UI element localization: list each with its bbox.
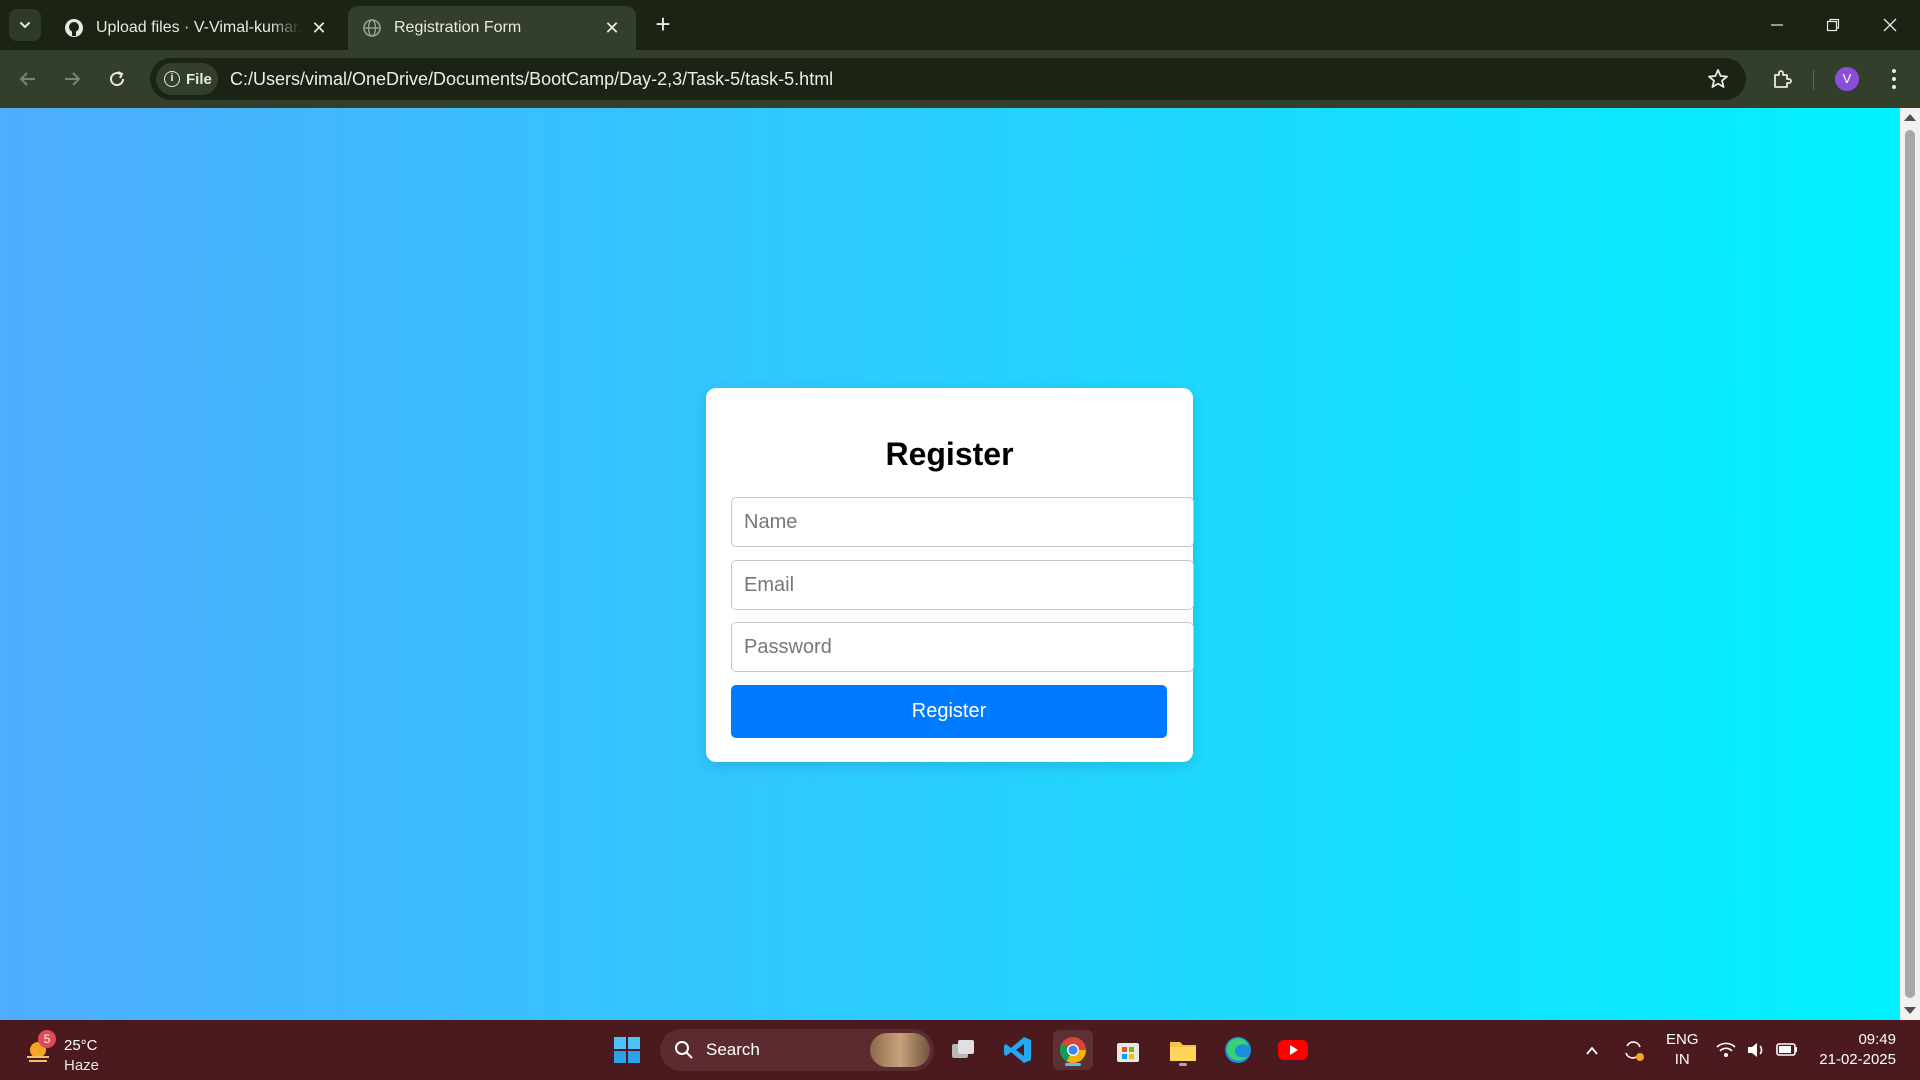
weather-condition: Haze	[64, 1057, 100, 1074]
vscode-app[interactable]	[998, 1030, 1038, 1070]
arrow-right-icon	[65, 72, 81, 86]
form-heading: Register	[885, 436, 1014, 472]
language-code: ENG	[1666, 1031, 1699, 1048]
close-icon[interactable]: ✕	[602, 18, 622, 38]
region-code: IN	[1674, 1051, 1690, 1068]
forward-button[interactable]	[56, 63, 88, 95]
youtube-app[interactable]	[1273, 1030, 1313, 1070]
search-highlight-image	[870, 1033, 930, 1067]
restore-icon	[1826, 18, 1840, 32]
page-viewport: Register Register	[0, 108, 1920, 1020]
active-app-indicator	[1065, 1063, 1081, 1066]
store-app[interactable]	[1108, 1030, 1148, 1070]
site-info-label: File	[186, 70, 212, 88]
youtube-icon	[1278, 1040, 1308, 1060]
sync-status-button[interactable]	[1620, 1030, 1646, 1074]
file-explorer-app[interactable]	[1163, 1030, 1203, 1070]
chrome-icon	[1059, 1037, 1087, 1064]
arrow-left-icon	[19, 72, 35, 86]
edge-icon	[1225, 1037, 1251, 1063]
task-view-button[interactable]	[943, 1030, 983, 1070]
register-button[interactable]: Register	[731, 685, 1167, 738]
registration-card: Register Register	[706, 388, 1194, 762]
email-input[interactable]	[731, 560, 1194, 610]
language-indicator[interactable]: ENG IN	[1666, 1030, 1699, 1070]
chrome-app[interactable]	[1053, 1030, 1093, 1070]
back-button[interactable]	[12, 63, 44, 95]
browser-menu-button[interactable]	[1880, 63, 1908, 95]
start-button[interactable]	[607, 1030, 647, 1070]
folder-icon	[1170, 1042, 1196, 1061]
address-bar[interactable]: i File C:/Users/vimal/OneDrive/Documents…	[150, 58, 1746, 100]
scroll-down-arrow-icon[interactable]	[1904, 1007, 1916, 1014]
vscode-icon	[1004, 1037, 1031, 1063]
restore-button[interactable]	[1813, 10, 1853, 40]
profile-avatar[interactable]: V	[1835, 67, 1859, 91]
close-icon	[1883, 18, 1897, 32]
edge-app[interactable]	[1218, 1030, 1258, 1070]
browser-toolbar: i File C:/Users/vimal/OneDrive/Documents…	[0, 50, 1920, 108]
clock-time: 09:49	[1858, 1031, 1896, 1048]
minimize-icon	[1771, 24, 1783, 26]
wifi-icon	[1716, 1042, 1736, 1057]
toolbar-divider	[1813, 70, 1814, 90]
scroll-up-arrow-icon[interactable]	[1904, 114, 1916, 121]
windows-logo-icon	[614, 1037, 640, 1063]
tab-search-button[interactable]	[9, 9, 41, 41]
search-label: Search	[706, 1040, 760, 1059]
tab-title: Upload files · V-Vimal-kumar/Bootcamp	[96, 19, 301, 36]
clock-date: 21-02-2025	[1819, 1051, 1896, 1068]
chevron-up-icon	[1586, 1046, 1598, 1055]
quick-settings-button[interactable]	[1715, 1030, 1799, 1074]
weather-temp: 25°C	[64, 1037, 98, 1054]
new-tab-button[interactable]: +	[650, 11, 676, 38]
puzzle-icon	[1774, 70, 1792, 88]
system-clock[interactable]: 09:49 21-02-2025	[1819, 1030, 1896, 1070]
reload-icon	[110, 71, 125, 87]
battery-icon	[1776, 1043, 1798, 1056]
site-info-chip[interactable]: i File	[156, 63, 218, 95]
store-icon	[1117, 1043, 1139, 1062]
volume-icon	[1748, 1043, 1763, 1057]
chevron-down-icon	[20, 22, 30, 29]
bookmark-star-icon[interactable]	[1706, 67, 1730, 91]
taskbar-search[interactable]: Search	[660, 1029, 934, 1071]
password-input[interactable]	[731, 622, 1194, 672]
globe-icon	[363, 19, 381, 37]
notification-badge: 5	[38, 1030, 56, 1048]
url-text[interactable]: C:/Users/vimal/OneDrive/Documents/BootCa…	[230, 69, 833, 90]
tab-upload-files[interactable]: Upload files · V-Vimal-kumar/Bootcamp ✕	[50, 6, 343, 50]
weather-widget[interactable]: 5 25°C Haze	[22, 1028, 122, 1074]
running-app-indicator	[1179, 1063, 1187, 1066]
extensions-button[interactable]	[1766, 63, 1798, 95]
browser-tab-bar: Upload files · V-Vimal-kumar/Bootcamp ✕ …	[0, 0, 1920, 50]
info-icon: i	[164, 71, 180, 87]
show-hidden-icons-button[interactable]	[1584, 1030, 1600, 1074]
close-icon[interactable]: ✕	[309, 18, 329, 38]
tab-title: Registration Form	[394, 19, 522, 36]
close-window-button[interactable]	[1870, 10, 1910, 40]
sync-icon	[1625, 1041, 1644, 1061]
minimize-button[interactable]	[1757, 10, 1797, 40]
name-input[interactable]	[731, 497, 1194, 547]
github-icon	[65, 19, 83, 37]
task-view-icon	[952, 1040, 974, 1058]
scrollbar-thumb[interactable]	[1905, 130, 1915, 998]
reload-button[interactable]	[101, 63, 133, 95]
search-icon	[675, 1041, 693, 1059]
tab-registration-form[interactable]: Registration Form ✕	[348, 6, 636, 50]
taskbar: 5 25°C Haze Search ENG IN 09:49 21-02-20…	[0, 1020, 1920, 1080]
page-scrollbar[interactable]	[1900, 108, 1920, 1020]
